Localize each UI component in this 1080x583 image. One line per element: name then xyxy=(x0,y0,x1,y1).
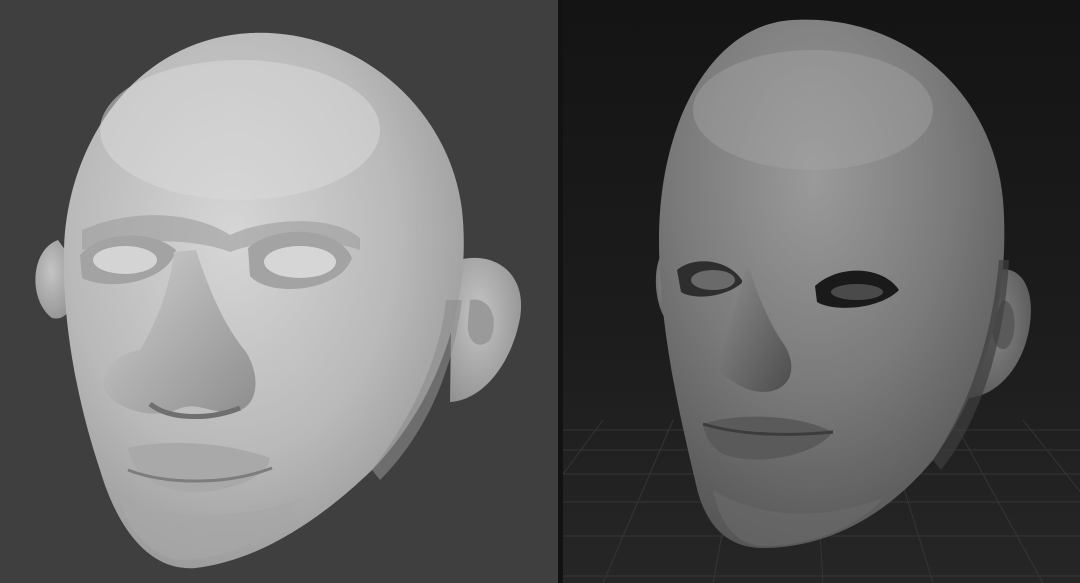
right-viewport xyxy=(563,0,1080,583)
rough-head-render xyxy=(35,32,522,569)
left-viewport xyxy=(0,0,558,583)
smooth-head-render xyxy=(563,19,1080,583)
comparison-stage xyxy=(0,0,1080,583)
